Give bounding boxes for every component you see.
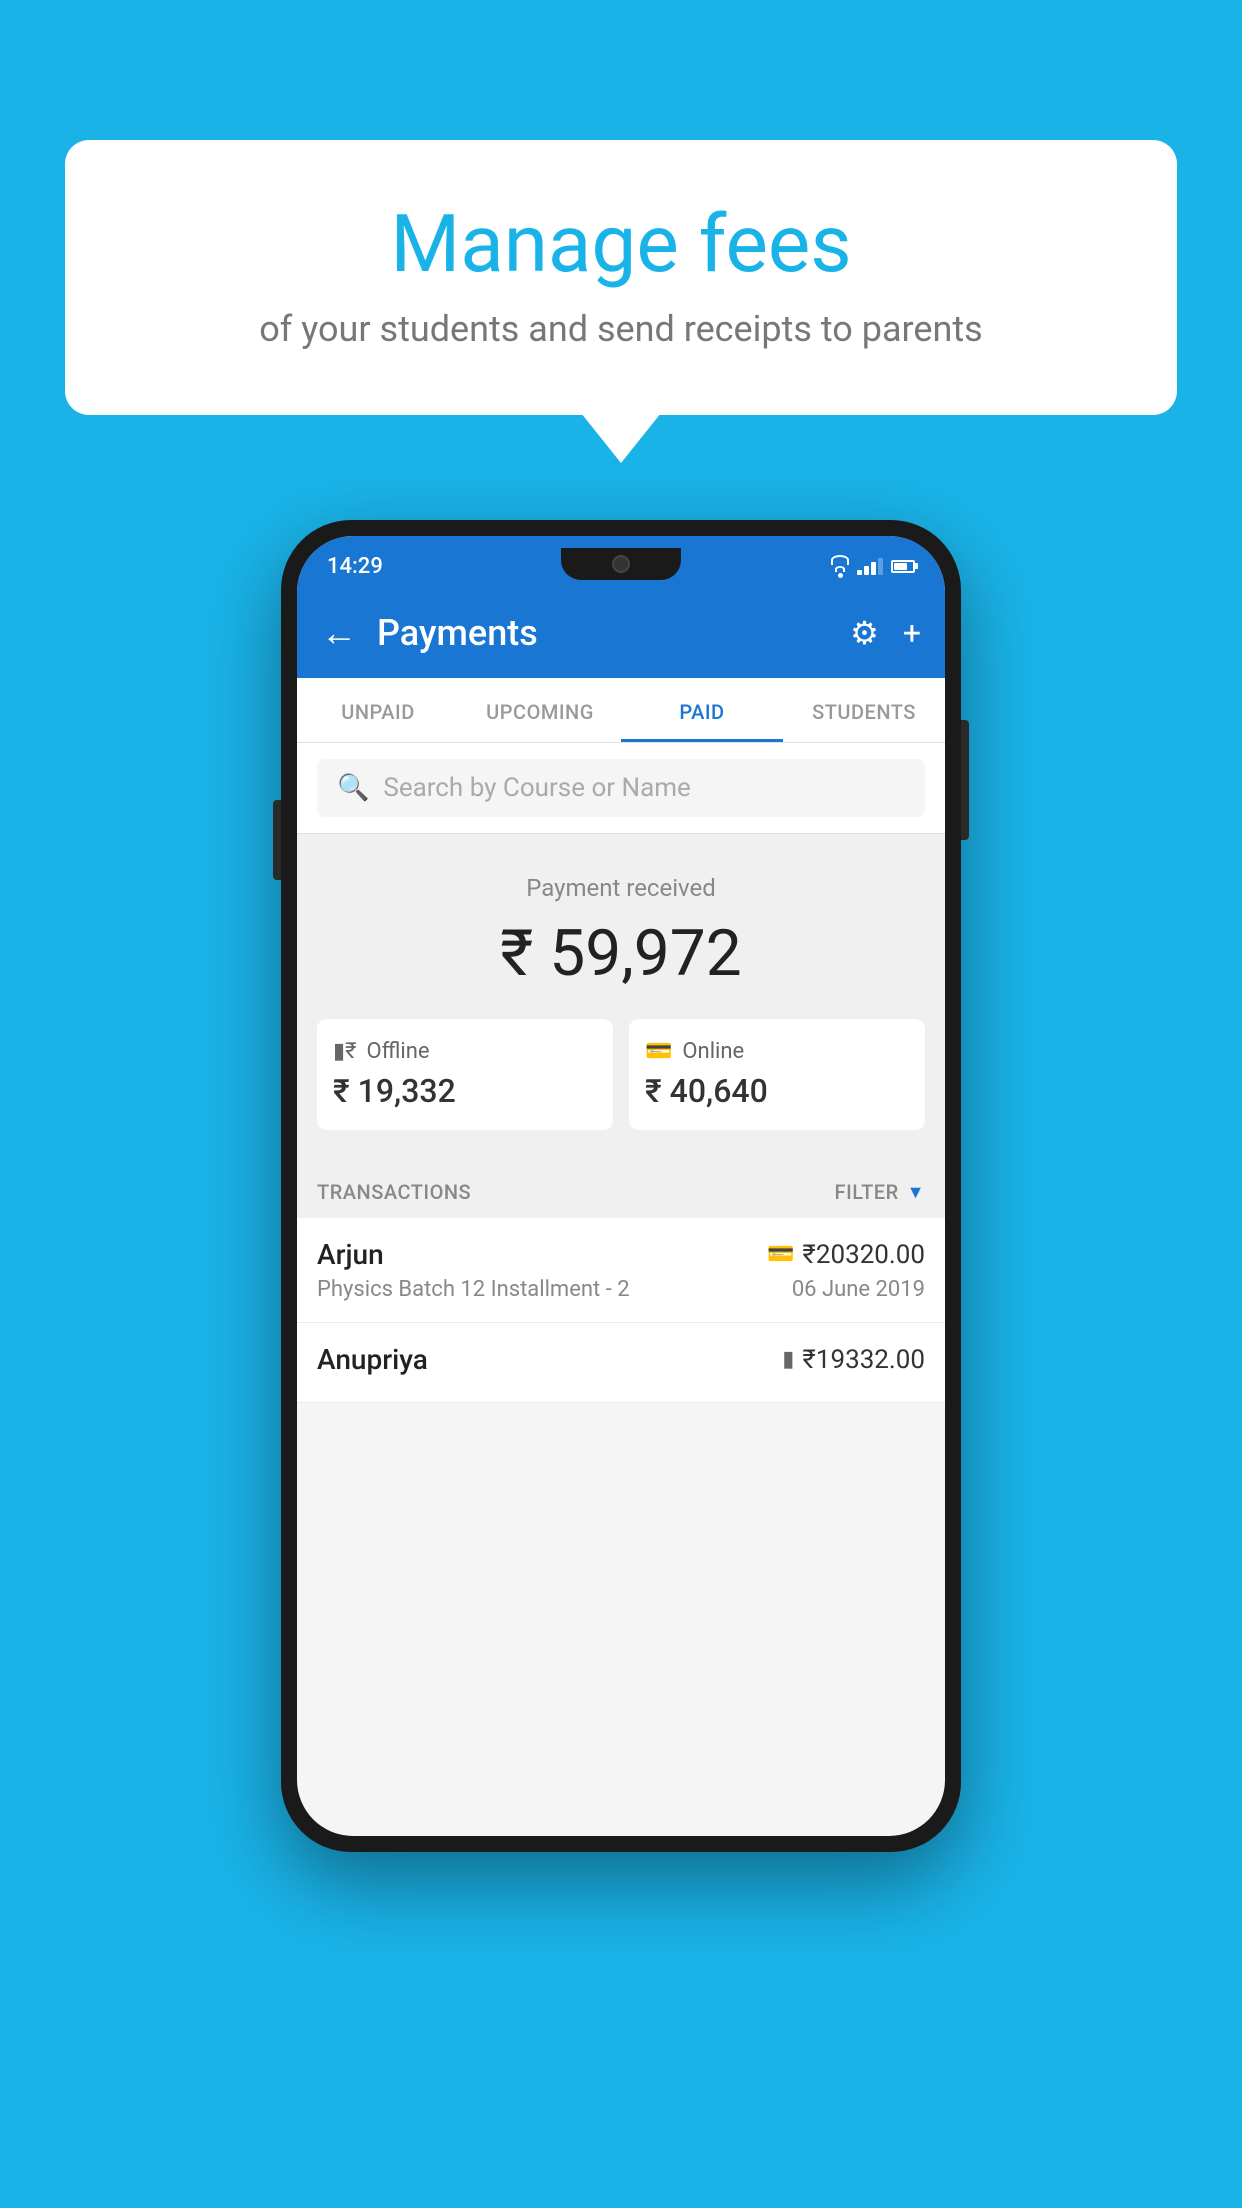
- bubble-subtitle: of your students and send receipts to pa…: [115, 308, 1127, 350]
- transactions-header: TRANSACTIONS FILTER ▼: [297, 1160, 945, 1218]
- transaction-row2: Physics Batch 12 Installment - 2 06 June…: [317, 1277, 925, 1302]
- online-icon: 💳: [645, 1039, 672, 1064]
- tab-paid[interactable]: PAID: [621, 678, 783, 742]
- online-amount: ₹ 40,640: [645, 1072, 909, 1110]
- speech-bubble-container: Manage fees of your students and send re…: [65, 140, 1177, 415]
- transactions-label: TRANSACTIONS: [317, 1180, 471, 1204]
- phone-screen: 14:29: [297, 536, 945, 1836]
- signal-bar-4: [878, 558, 883, 575]
- signal-bar-2: [864, 566, 869, 575]
- transaction-amount-row: 💳 ₹20320.00: [767, 1240, 925, 1270]
- header-title: Payments: [377, 612, 830, 654]
- header-icons: ⚙ +: [850, 614, 921, 652]
- signal-bar-1: [857, 570, 862, 575]
- transaction-amount-arjun: ₹20320.00: [802, 1240, 925, 1270]
- power-button: [961, 720, 969, 840]
- tab-upcoming[interactable]: UPCOMING: [459, 678, 621, 742]
- search-icon: 🔍: [337, 773, 369, 803]
- signal-bar-3: [871, 562, 876, 575]
- tab-students[interactable]: STUDENTS: [783, 678, 945, 742]
- bubble-title: Manage fees: [115, 200, 1127, 288]
- phone-notch: [561, 548, 681, 580]
- battery-fill: [894, 563, 907, 570]
- transaction-name-anupriya: Anupriya: [317, 1343, 428, 1376]
- transaction-amount-anupriya: ₹19332.00: [802, 1345, 925, 1375]
- offline-icon: ▮₹: [333, 1039, 356, 1064]
- payment-total-amount: ₹ 59,972: [317, 916, 925, 991]
- search-bar[interactable]: 🔍 Search by Course or Name: [317, 759, 925, 817]
- payment-cards: ▮₹ Offline ₹ 19,332 💳 Online ₹ 40,640: [317, 1019, 925, 1130]
- volume-button: [273, 800, 281, 880]
- camera: [612, 555, 630, 573]
- tab-unpaid[interactable]: UNPAID: [297, 678, 459, 742]
- offline-card: ▮₹ Offline ₹ 19,332: [317, 1019, 613, 1130]
- transaction-course-arjun: Physics Batch 12 Installment - 2: [317, 1277, 630, 1302]
- offline-label: Offline: [366, 1039, 429, 1064]
- transaction-date-arjun: 06 June 2019: [792, 1277, 925, 1302]
- wifi-arc-large: [831, 555, 849, 565]
- online-card: 💳 Online ₹ 40,640: [629, 1019, 925, 1130]
- speech-bubble: Manage fees of your students and send re…: [65, 140, 1177, 415]
- wifi-icon: [831, 555, 849, 578]
- signal-bars: [857, 558, 883, 575]
- offline-amount: ₹ 19,332: [333, 1072, 597, 1110]
- transaction-row1-anupriya: Anupriya ▮ ₹19332.00: [317, 1343, 925, 1376]
- wifi-arc-small: [835, 566, 845, 572]
- transaction-row1: Arjun 💳 ₹20320.00: [317, 1238, 925, 1271]
- online-card-header: 💳 Online: [645, 1039, 909, 1064]
- filter-button[interactable]: FILTER ▼: [835, 1180, 925, 1204]
- add-button[interactable]: +: [903, 614, 921, 652]
- transaction-name-arjun: Arjun: [317, 1238, 384, 1271]
- filter-icon: ▼: [907, 1182, 925, 1203]
- app-header: ← Payments ⚙ +: [297, 588, 945, 678]
- online-label: Online: [682, 1039, 744, 1064]
- back-button[interactable]: ←: [321, 612, 357, 654]
- phone-container: 14:29: [281, 520, 961, 1852]
- battery-tip: [915, 563, 918, 569]
- wifi-dot: [838, 573, 843, 578]
- offline-card-header: ▮₹ Offline: [333, 1039, 597, 1064]
- status-icons: [831, 555, 915, 578]
- transaction-amount-row-anupriya: ▮ ₹19332.00: [782, 1345, 925, 1375]
- payment-received-label: Payment received: [317, 874, 925, 902]
- search-container: 🔍 Search by Course or Name: [297, 743, 945, 834]
- tabs-container: UNPAID UPCOMING PAID STUDENTS: [297, 678, 945, 743]
- transaction-item-arjun[interactable]: Arjun 💳 ₹20320.00 Physics Batch 12 Insta…: [297, 1218, 945, 1323]
- transaction-payment-icon-offline: ▮: [782, 1347, 794, 1372]
- phone-frame: 14:29: [281, 520, 961, 1852]
- status-time: 14:29: [327, 554, 383, 579]
- search-placeholder: Search by Course or Name: [383, 773, 690, 803]
- transaction-item-anupriya[interactable]: Anupriya ▮ ₹19332.00: [297, 1323, 945, 1403]
- transaction-payment-icon-online: 💳: [767, 1242, 794, 1267]
- settings-icon[interactable]: ⚙: [850, 614, 879, 652]
- payment-summary: Payment received ₹ 59,972 ▮₹ Offline ₹ 1…: [297, 834, 945, 1160]
- filter-label: FILTER: [835, 1180, 899, 1204]
- battery-icon: [891, 560, 915, 573]
